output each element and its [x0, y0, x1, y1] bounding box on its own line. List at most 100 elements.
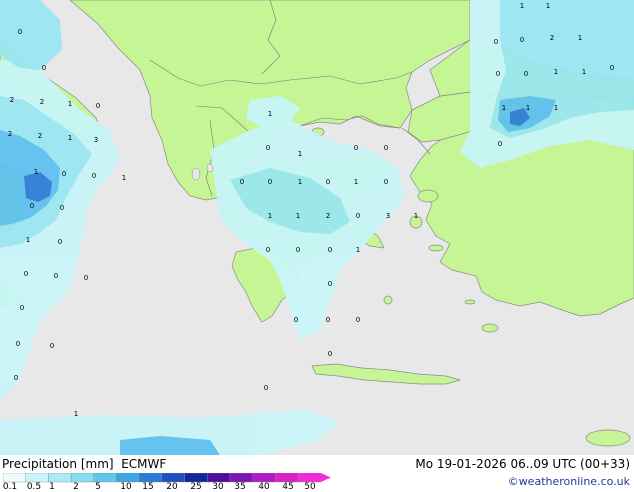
- precip-value: 0: [326, 316, 330, 324]
- precip-value: 1: [546, 2, 550, 10]
- legend-tick-label: 30: [212, 482, 224, 492]
- precip-value: 2: [10, 96, 14, 104]
- map-footer: Precipitation [mm] ECMWF Mo 19-01-2026 0…: [0, 455, 634, 492]
- precip-value: 0: [50, 342, 54, 350]
- legend-tick-label: 2: [73, 482, 79, 492]
- precip-value: 0: [498, 140, 502, 148]
- precip-value: 1: [554, 104, 558, 112]
- precip-value: 0: [294, 316, 298, 324]
- precip-value: 0: [524, 70, 528, 78]
- precip-value: 2: [8, 130, 12, 138]
- precip-value: 0: [14, 374, 18, 382]
- land-lesbos: [417, 189, 439, 203]
- precip-value: 1: [414, 212, 418, 220]
- precip-value: 1: [298, 178, 302, 186]
- precip-value: 1: [356, 246, 360, 254]
- precip-value: 0: [60, 204, 64, 212]
- precip-value: 2: [40, 98, 44, 106]
- precip-value: 0: [266, 144, 270, 152]
- legend-swatch: [275, 473, 299, 483]
- precip-value: 0: [296, 246, 300, 254]
- precip-value: 0: [16, 340, 20, 348]
- legend-tick-label: 45: [282, 482, 294, 492]
- precip-value: 0: [610, 64, 614, 72]
- precip-value: 1: [74, 410, 78, 418]
- legend-swatch: [297, 473, 322, 483]
- precip-value: 0: [494, 38, 498, 46]
- legend-tick-label: 35: [234, 482, 246, 492]
- legend-tick-label: 1: [49, 482, 55, 492]
- precip-value: 1: [26, 236, 30, 244]
- precip-value: 1: [268, 212, 272, 220]
- precip-value: 1: [122, 174, 126, 182]
- legend-swatch: [70, 473, 94, 483]
- precip-value: 3: [386, 212, 390, 220]
- precip-value: 0: [328, 280, 332, 288]
- legend-swatch: [138, 473, 163, 483]
- legend-arrow: [320, 473, 331, 482]
- precip-value: 1: [502, 104, 506, 112]
- precip-value: 0: [496, 70, 500, 78]
- legend-tick-label: 40: [258, 482, 270, 492]
- precip-value: 0: [326, 178, 330, 186]
- precip-value: 0: [266, 246, 270, 254]
- precip-value: 1: [526, 104, 530, 112]
- precip-value: 0: [240, 178, 244, 186]
- precip-value: 1: [68, 134, 72, 142]
- land-samos: [428, 244, 444, 252]
- precip-value: 0: [268, 178, 272, 186]
- precip-value: 0: [384, 144, 388, 152]
- precipitation-map: 0 0 2 2 1 0 2 2 1 3 1 0 0 1 0 0 1 0 0 0 0 0 1 0 0 1 0 1 0 0 0 1 0 1 1 2 0 3 1 0…: [0, 0, 634, 455]
- legend-swatch: [116, 473, 140, 483]
- land-rhodes: [481, 323, 499, 333]
- legend-tick-label: 10: [120, 482, 132, 492]
- precip-value: 0: [84, 274, 88, 282]
- precip-value: 0: [54, 272, 58, 280]
- precip-value: 0: [96, 102, 100, 110]
- precip-value: 2: [38, 132, 42, 140]
- precip-value: 0: [520, 36, 524, 44]
- precip-value: 0: [62, 170, 66, 178]
- legend-swatch: [184, 473, 208, 483]
- precip-value: 0: [92, 172, 96, 180]
- precip-value: 1: [298, 150, 302, 158]
- precip-value: 0: [24, 270, 28, 278]
- legend-swatch: [229, 473, 253, 483]
- precip-value: 0: [328, 350, 332, 358]
- land-kos: [464, 299, 476, 305]
- map-frame: 0022102213100100100000100101000101120310…: [0, 0, 634, 492]
- precip-value: 1: [554, 68, 558, 76]
- precip-value: 0: [328, 246, 332, 254]
- precip-value: 2: [550, 34, 554, 42]
- precip-value: 0: [384, 178, 388, 186]
- legend-tick-label: 0.1: [2, 482, 18, 492]
- precip-value: 2: [326, 212, 330, 220]
- legend-swatch: [93, 473, 117, 483]
- precip-value: 1: [354, 178, 358, 186]
- legend-swatch: [207, 473, 231, 483]
- legend-swatch: [25, 473, 49, 483]
- legend-tick-label: 50: [304, 482, 316, 492]
- precip-value: 0: [18, 28, 22, 36]
- land-naxos: [383, 295, 393, 305]
- precip-value: 1: [578, 34, 582, 42]
- map-title: Precipitation [mm] ECMWF: [2, 457, 167, 471]
- precip-value: 1: [582, 68, 586, 76]
- precip-value: 1: [68, 100, 72, 108]
- legend-tick-label: 0.5: [26, 482, 42, 492]
- precip-value: 1: [296, 212, 300, 220]
- credit-link[interactable]: ©weatheronline.co.uk: [508, 475, 630, 488]
- legend-swatch: [161, 473, 185, 483]
- precip-value: 0: [30, 202, 34, 210]
- legend-swatch: [252, 473, 276, 483]
- precip-value: 0: [20, 304, 24, 312]
- precip-value: 0: [354, 144, 358, 152]
- land-cyprus: [585, 429, 631, 447]
- legend-swatch: [3, 473, 26, 483]
- legend-tick-label: 15: [142, 482, 154, 492]
- precip-value: 1: [268, 110, 272, 118]
- precip-value: 0: [58, 238, 62, 246]
- precip-value: 3: [94, 136, 98, 144]
- precip-value: 0: [356, 316, 360, 324]
- legend-tick-label: 5: [95, 482, 101, 492]
